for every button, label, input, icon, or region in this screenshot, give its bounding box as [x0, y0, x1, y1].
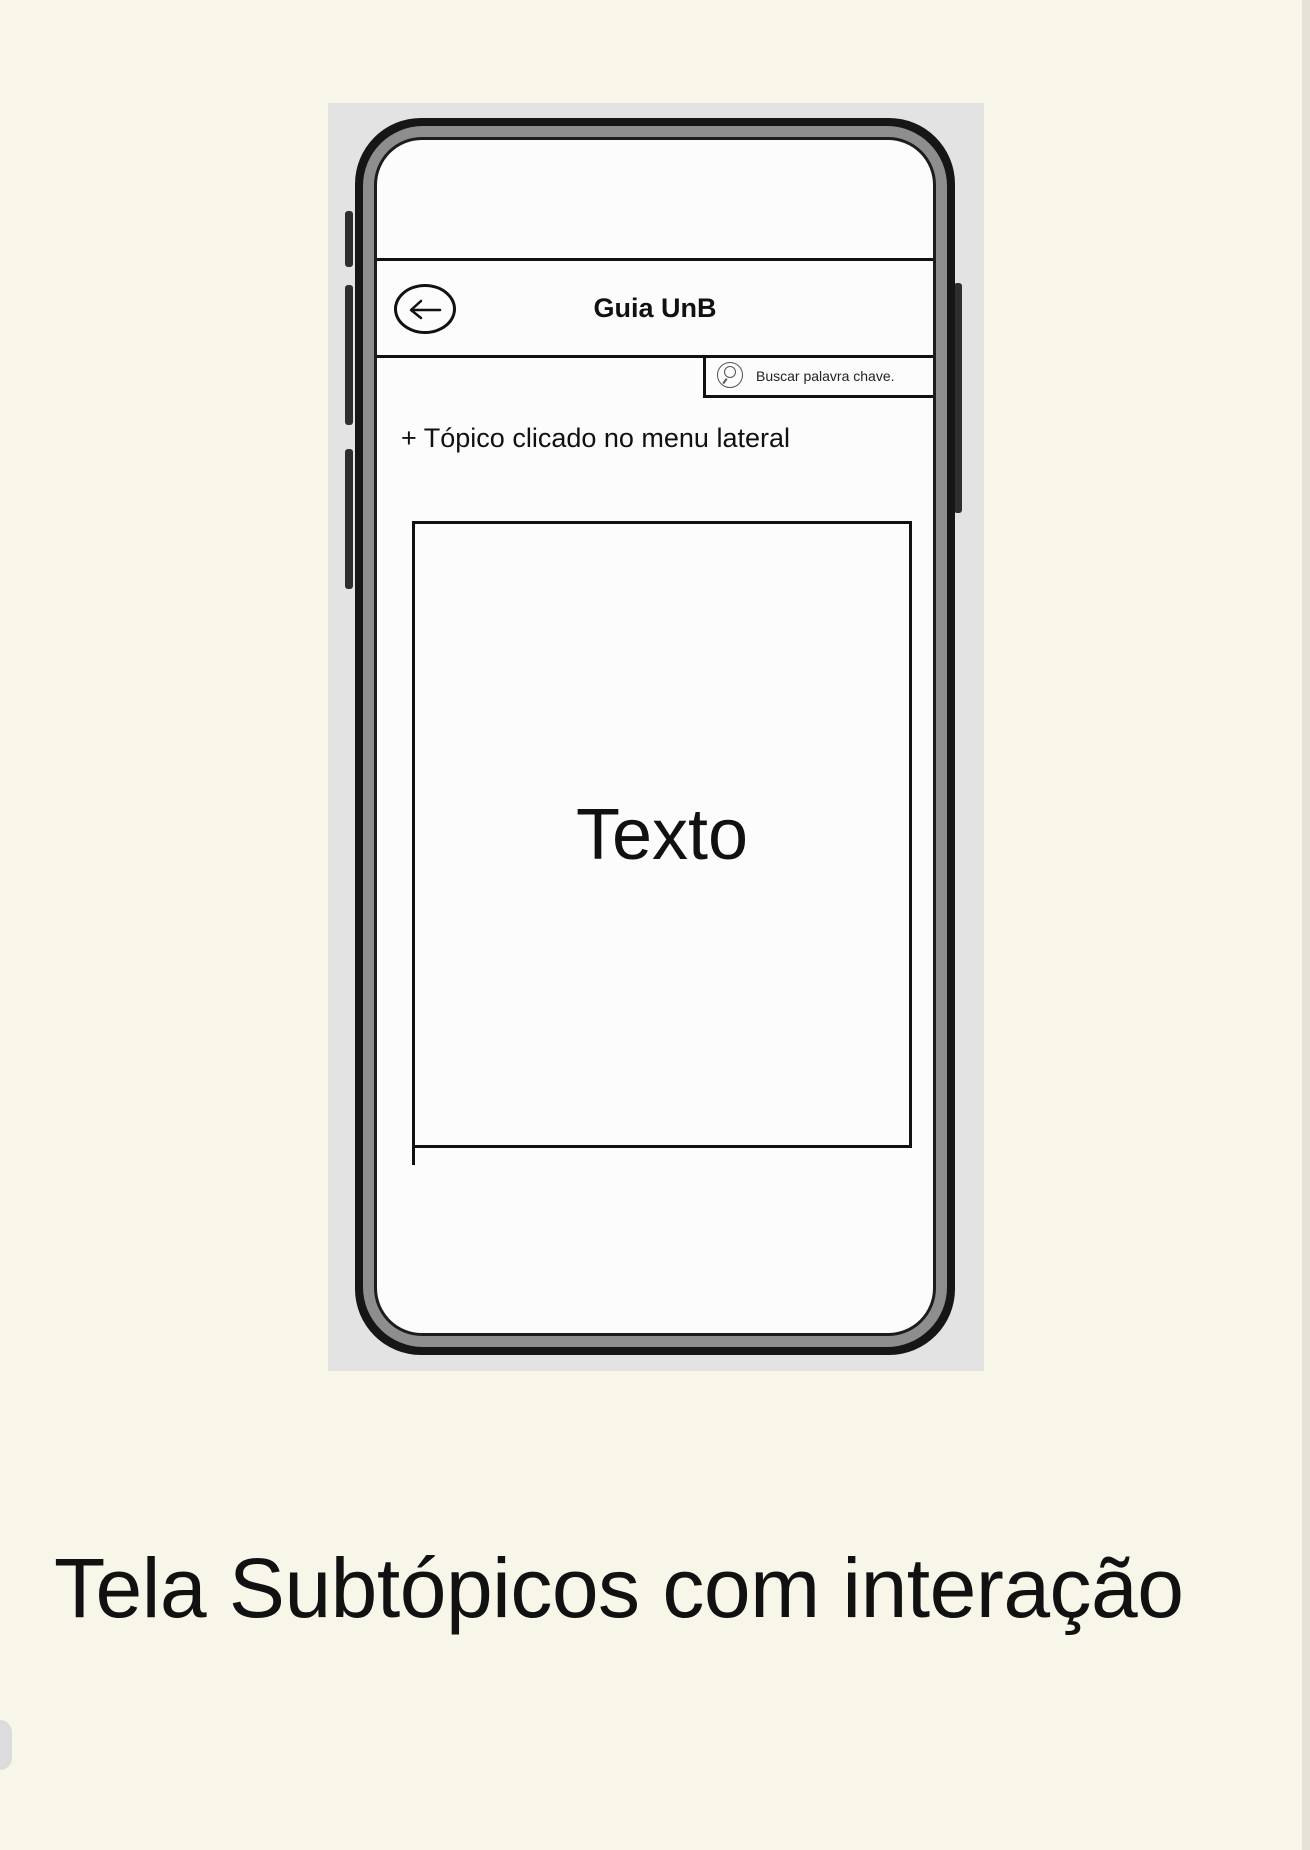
- phone-volume-up-button: [345, 285, 353, 425]
- phone-volume-down-button: [345, 449, 353, 589]
- search-input[interactable]: Buscar palavra chave.: [703, 358, 933, 398]
- page: Guia UnB Buscar palavra chave. + Tópico …: [0, 0, 1310, 1850]
- phone-screen: Guia UnB Buscar palavra chave. + Tópico …: [374, 137, 936, 1336]
- text-box-stroke-tail: [412, 1145, 415, 1165]
- text-content-box: Texto: [412, 521, 912, 1148]
- screen-caption: Tela Subtópicos com interação: [54, 1541, 1184, 1635]
- app-title: Guia UnB: [593, 293, 717, 323]
- text-placeholder: Texto: [575, 794, 749, 875]
- right-edge-strip: [1302, 0, 1310, 1850]
- search-icon: [717, 362, 743, 388]
- phone-power-button: [954, 283, 962, 513]
- phone-side-button: [345, 211, 353, 267]
- topic-heading[interactable]: + Tópico clicado no menu lateral: [401, 423, 790, 454]
- phone-mockup: Guia UnB Buscar palavra chave. + Tópico …: [328, 103, 984, 1371]
- corner-tab: [0, 1720, 12, 1770]
- phone-body: Guia UnB Buscar palavra chave. + Tópico …: [355, 118, 955, 1355]
- search-placeholder: Buscar palavra chave.: [756, 368, 895, 384]
- app-header: Guia UnB: [377, 258, 933, 358]
